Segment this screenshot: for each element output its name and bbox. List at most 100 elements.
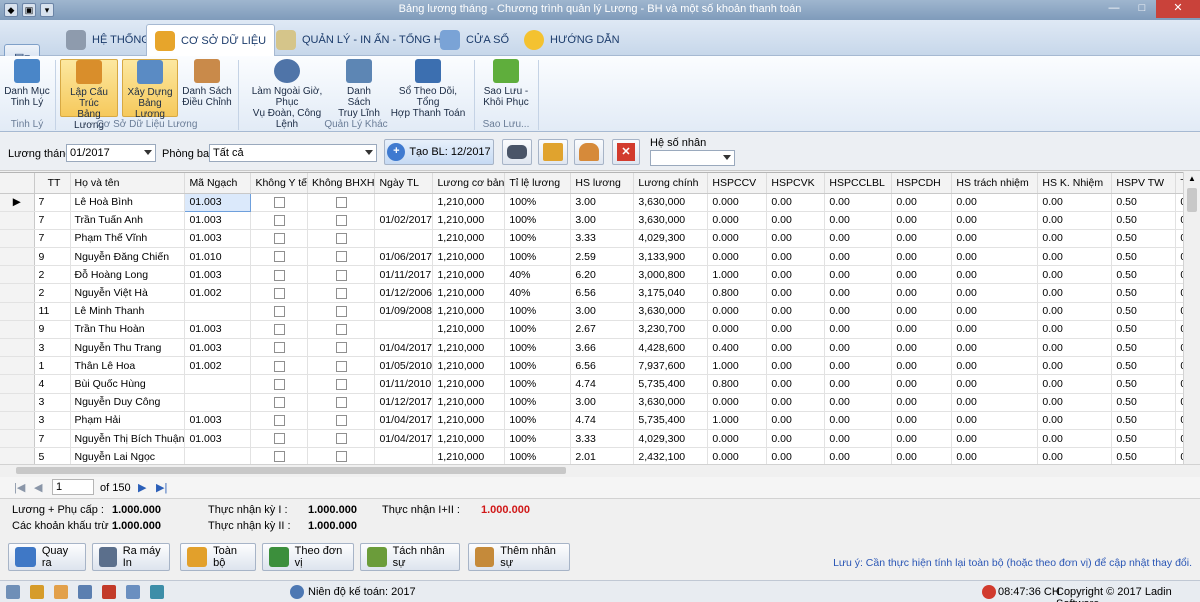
table-cell[interactable]: 01/09/2008 bbox=[374, 302, 434, 321]
table-cell[interactable]: 3,000,800 bbox=[633, 265, 709, 285]
table-cell[interactable]: 100% bbox=[504, 356, 572, 376]
table-cell[interactable]: 0.50 bbox=[1111, 447, 1177, 464]
status-icon[interactable] bbox=[126, 585, 140, 599]
checkbox[interactable] bbox=[335, 251, 347, 263]
table-cell[interactable] bbox=[307, 411, 376, 430]
checkbox[interactable] bbox=[335, 415, 347, 427]
close-button[interactable]: ✕ bbox=[1156, 0, 1200, 18]
table-cell[interactable]: 1,210,000 bbox=[432, 265, 506, 285]
column-header[interactable]: HSPCCLBL bbox=[824, 173, 893, 194]
table-row[interactable]: 3 Nguyễn Duy Công 01/12/2017 1,210,000 100% 3… bbox=[0, 393, 1191, 412]
table-cell[interactable]: 100% bbox=[504, 411, 572, 430]
phone-icon[interactable] bbox=[102, 585, 116, 599]
table-cell[interactable]: 0.00 bbox=[824, 229, 893, 249]
table-cell[interactable] bbox=[250, 265, 309, 285]
table-cell[interactable]: 1,210,000 bbox=[432, 320, 506, 340]
table-cell[interactable] bbox=[250, 356, 309, 376]
table-cell[interactable]: 7 bbox=[34, 429, 71, 449]
table-cell[interactable]: 01/04/2017 bbox=[374, 338, 434, 358]
table-cell[interactable]: 0.00 bbox=[951, 338, 1039, 358]
table-cell[interactable]: 100% bbox=[504, 247, 572, 267]
table-cell[interactable]: 100% bbox=[504, 320, 572, 340]
table-cell[interactable]: Nguyễn Đăng Chiến bbox=[70, 247, 186, 267]
table-cell[interactable]: 1.000 bbox=[707, 356, 768, 376]
table-cell[interactable]: 4,428,600 bbox=[633, 338, 709, 358]
table-cell[interactable]: 0.00 bbox=[766, 193, 826, 212]
table-cell[interactable]: 01/06/2017 bbox=[374, 247, 434, 267]
table-cell[interactable]: 0.00 bbox=[824, 302, 893, 321]
table-cell[interactable]: 9 bbox=[34, 320, 71, 340]
table-cell[interactable]: Đỗ Hoàng Long bbox=[70, 265, 186, 285]
table-cell[interactable]: 3,133,900 bbox=[633, 247, 709, 267]
table-cell[interactable]: 0.00 bbox=[766, 283, 826, 303]
table-cell[interactable]: 6.56 bbox=[570, 356, 635, 376]
table-cell[interactable]: 0.00 bbox=[766, 265, 826, 285]
table-cell[interactable]: 0.00 bbox=[766, 356, 826, 376]
table-cell[interactable]: 0.00 bbox=[766, 320, 826, 340]
table-cell[interactable]: 100% bbox=[504, 229, 572, 249]
search-button[interactable] bbox=[502, 139, 532, 165]
table-cell[interactable]: 0.00 bbox=[766, 229, 826, 249]
table-cell[interactable]: 0.000 bbox=[707, 447, 768, 464]
table-cell[interactable]: 01.003 bbox=[184, 265, 252, 285]
table-cell[interactable]: 0.000 bbox=[707, 247, 768, 267]
table-cell[interactable] bbox=[250, 193, 309, 212]
table-row[interactable]: 5 Nguyễn Lai Ngọc 1,210,000 100% 2.01 2,432,1… bbox=[0, 447, 1191, 464]
table-cell[interactable]: Lê Hoà Bình bbox=[70, 193, 186, 212]
table-cell[interactable]: 0.00 bbox=[951, 247, 1039, 267]
table-cell[interactable]: 0.00 bbox=[891, 393, 953, 412]
scroll-thumb[interactable] bbox=[16, 467, 566, 474]
table-cell[interactable]: 1.000 bbox=[707, 411, 768, 430]
table-cell[interactable] bbox=[250, 302, 309, 321]
table-cell[interactable] bbox=[307, 393, 376, 412]
checkbox[interactable] bbox=[335, 287, 347, 299]
checkbox[interactable] bbox=[273, 233, 285, 245]
table-cell[interactable]: 0.00 bbox=[891, 411, 953, 430]
row-selector[interactable] bbox=[0, 338, 35, 358]
checkbox[interactable] bbox=[273, 451, 285, 463]
table-cell[interactable]: 01/04/2017 bbox=[374, 411, 434, 430]
table-cell[interactable] bbox=[250, 429, 309, 449]
table-cell[interactable]: 7,937,600 bbox=[633, 356, 709, 376]
column-header[interactable]: HSPCDH bbox=[891, 173, 953, 194]
table-cell[interactable]: 01.003 bbox=[184, 229, 252, 249]
checkbox[interactable] bbox=[335, 396, 347, 408]
table-cell[interactable]: 0.00 bbox=[1037, 429, 1113, 449]
status-icon[interactable] bbox=[30, 585, 44, 599]
table-cell[interactable] bbox=[184, 374, 252, 394]
table-cell[interactable]: 0.00 bbox=[1037, 302, 1113, 321]
table-row[interactable]: 9 Nguyễn Đăng Chiến 01.010 01/06/2017 1,210,… bbox=[0, 247, 1191, 267]
table-cell[interactable]: 2.59 bbox=[570, 247, 635, 267]
table-cell[interactable]: 3.00 bbox=[570, 193, 635, 212]
dept-select[interactable]: Tất cả bbox=[209, 144, 377, 162]
checkbox[interactable] bbox=[335, 269, 347, 281]
table-row[interactable]: 7 Nguyễn Thị Bích Thuận 01.003 01/04/2017 1,… bbox=[0, 429, 1191, 449]
table-cell[interactable]: 0.00 bbox=[824, 429, 893, 449]
month-select[interactable]: 01/2017 bbox=[66, 144, 156, 162]
table-cell[interactable]: 01/04/2017 bbox=[374, 429, 434, 449]
checkbox[interactable] bbox=[335, 324, 347, 336]
column-header[interactable]: Không BHXH bbox=[307, 173, 376, 194]
table-cell[interactable]: 0.00 bbox=[766, 393, 826, 412]
row-selector[interactable] bbox=[0, 429, 35, 449]
checkbox[interactable] bbox=[273, 396, 285, 408]
table-cell[interactable]: 0.00 bbox=[1037, 283, 1113, 303]
ribbon-truy-linh-button[interactable]: Danh Sách Truy Lĩnh bbox=[336, 59, 382, 119]
table-cell[interactable]: 3,230,700 bbox=[633, 320, 709, 340]
table-cell[interactable] bbox=[250, 411, 309, 430]
row-selector[interactable] bbox=[0, 447, 35, 464]
table-cell[interactable]: 1 bbox=[34, 356, 71, 376]
table-cell[interactable]: 0.50 bbox=[1111, 265, 1177, 285]
table-cell[interactable]: 0.00 bbox=[1037, 265, 1113, 285]
table-cell[interactable]: 100% bbox=[504, 393, 572, 412]
column-header[interactable]: Tỉ lệ lương bbox=[504, 173, 572, 194]
table-cell[interactable]: 0.00 bbox=[951, 265, 1039, 285]
table-cell[interactable]: 0.00 bbox=[824, 193, 893, 212]
table-cell[interactable]: 01.003 bbox=[184, 411, 252, 430]
table-cell[interactable]: 4,029,300 bbox=[633, 229, 709, 249]
theo-đơn-vị-button[interactable]: Theo đơn vị bbox=[262, 543, 354, 571]
table-cell[interactable]: 0.00 bbox=[891, 356, 953, 376]
column-header[interactable]: Không Y tế bbox=[250, 173, 309, 194]
table-cell[interactable]: Thân Lê Hoa bbox=[70, 356, 186, 376]
table-cell[interactable]: 0.00 bbox=[891, 247, 953, 267]
